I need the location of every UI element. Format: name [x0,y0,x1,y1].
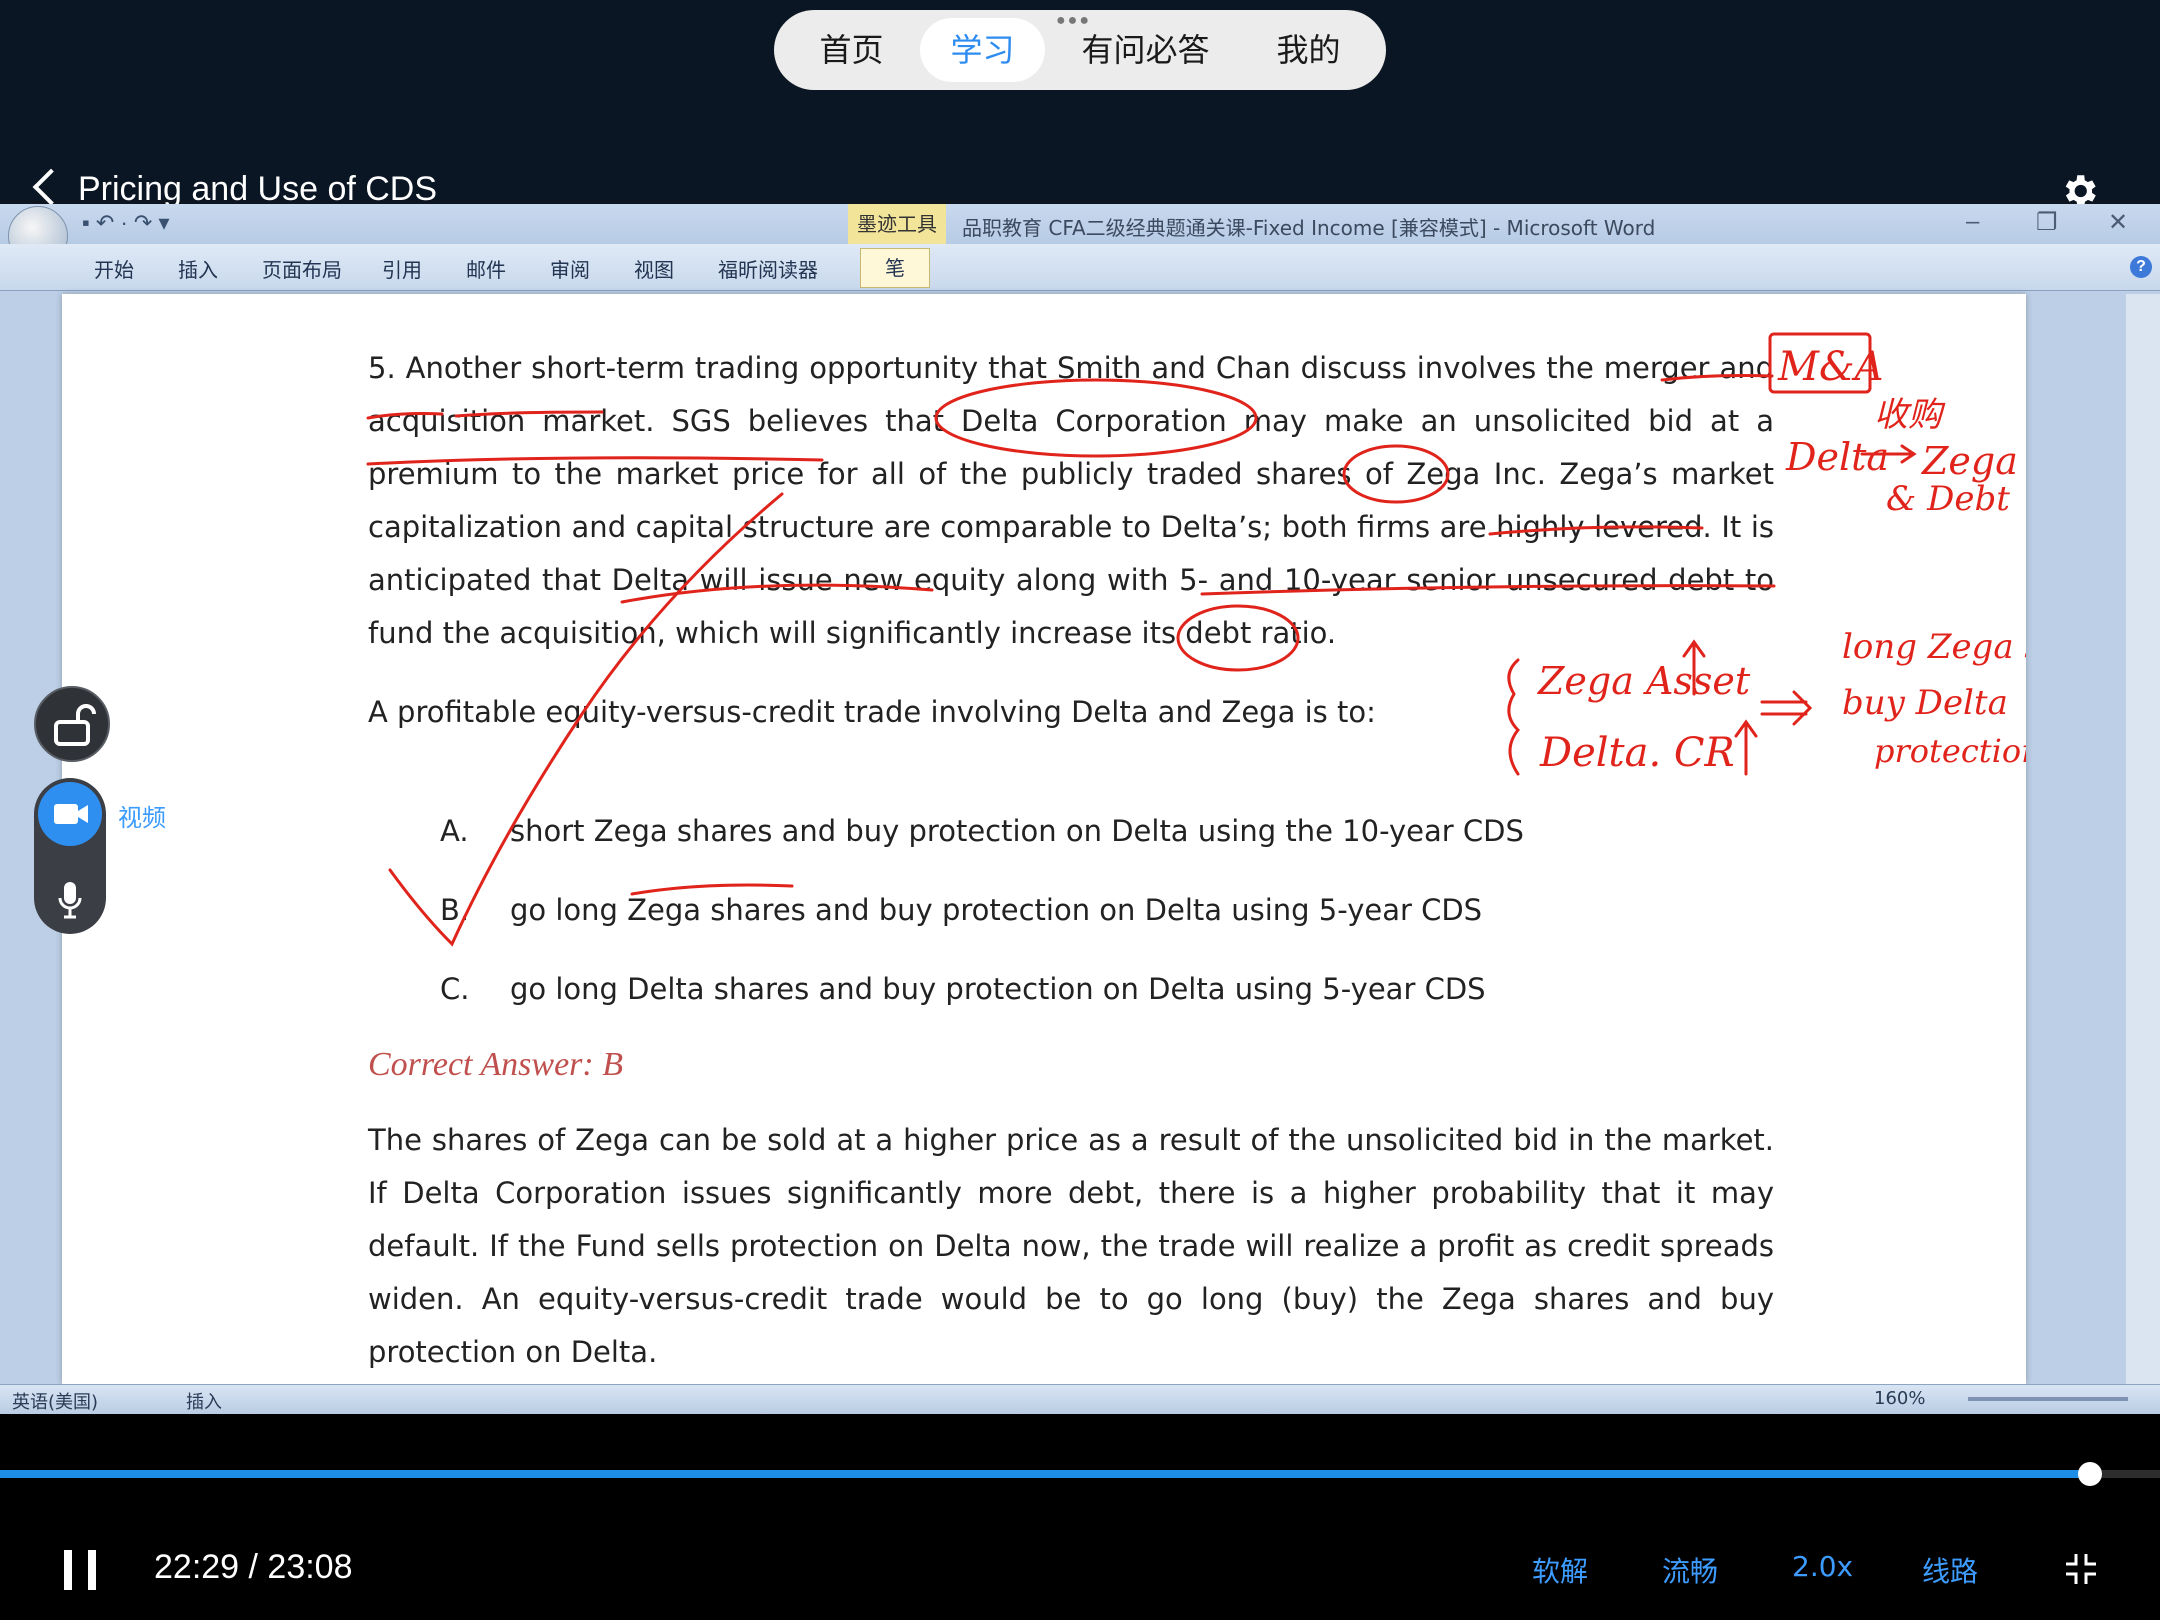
ink-note-ma: M&A [1777,344,1883,390]
option-letter: A. [440,814,469,848]
speed-button[interactable]: 2.0x [1792,1550,1853,1583]
ribbon-tab-pen[interactable]: 笔 [860,248,930,288]
word-window: ▪ ↶ · ↷ ▾ 墨迹工具 品职教育 CFA二级经典题通关课-Fixed In… [0,204,2160,1415]
question-lead: A profitable equity-versus-credit trade … [368,695,1376,729]
quality-button[interactable]: 流畅 [1662,1550,1718,1590]
option-text: go long Zega shares and buy protection o… [510,893,1483,927]
unlock-icon [54,704,96,746]
ribbon-tab-home[interactable]: 开始 [94,254,134,283]
progress-knob[interactable] [2078,1462,2103,1486]
ink-note-protection: protection [1874,732,2026,770]
question-text: 5. Another short-term trading opportunit… [368,351,1774,650]
quick-access-toolbar[interactable]: ▪ ↶ · ↷ ▾ [82,210,169,236]
video-label: 视频 [118,804,166,832]
ribbon-tab-review[interactable]: 审阅 [550,254,590,283]
document-page: 5. Another short-term trading opportunit… [62,294,2026,1384]
more-dots-icon[interactable]: ●●● [1056,12,1091,30]
ribbon-tab-mailings[interactable]: 邮件 [466,254,506,283]
status-language[interactable]: 英语(美国) [12,1388,98,1414]
status-insert-mode[interactable]: 插入 [186,1388,222,1414]
document-title: 品职教育 CFA二级经典题通关课-Fixed Income [兼容模式] - M… [962,216,1656,240]
ink-note-chinese: 收购 [1874,395,1946,435]
camera-icon [54,804,88,824]
ribbon-tab-insert[interactable]: 插入 [178,254,218,283]
route-button[interactable]: 线路 [1922,1550,1978,1590]
ink-tools-tab[interactable]: 墨迹工具 [848,204,946,244]
zoom-level[interactable]: 160% [1874,1388,1925,1409]
exit-fullscreen-icon[interactable] [2064,1552,2098,1586]
ribbon-tab-page-layout[interactable]: 页面布局 [262,254,342,283]
ink-note-delta: Delta [1785,435,1889,479]
ink-note-zega: Zega [1921,439,2018,483]
pause-icon[interactable] [64,1550,96,1590]
minimize-icon[interactable]: – [1966,208,1979,236]
progress-track[interactable] [0,1462,2160,1486]
status-bar: 英语(美国) 插入 160% [0,1384,2160,1415]
back-chevron-icon[interactable] [32,168,70,206]
ink-note-buy-delta: buy Delta [1842,683,2008,723]
word-titlebar: ▪ ↶ · ↷ ▾ 墨迹工具 品职教育 CFA二级经典题通关课-Fixed In… [0,204,2160,244]
ink-note-long-zega: long Zega shares [1842,627,2026,667]
option-letter: B. [440,893,470,927]
help-icon[interactable]: ? [2130,256,2152,278]
tab-study[interactable]: 学习 [920,18,1045,82]
zoom-slider[interactable] [1968,1397,2128,1401]
top-bar: 首页 学习 有问必答 我的 ●●● Pricing and Use of CDS [0,0,2160,208]
ink-arrow [1860,444,1917,464]
video-player-controls: 22:29 / 23:08 软解 流畅 2.0x 线路 [0,1414,2160,1620]
playback-time: 22:29 / 23:08 [154,1548,353,1586]
explanation-text: The shares of Zega can be sold at a high… [368,1123,1774,1369]
option-text: short Zega shares and buy protection on … [510,814,1524,848]
ribbon-tab-references[interactable]: 引用 [382,254,422,283]
correct-answer: Correct Answer: B [368,1046,623,1083]
decode-mode-button[interactable]: 软解 [1532,1550,1588,1590]
vertical-scrollbar[interactable] [2126,294,2160,1384]
screen-lock-button[interactable] [34,686,110,762]
ink-note-debt: & Debt [1886,479,2010,519]
tab-mine[interactable]: 我的 [1246,18,1370,82]
ribbon-tab-foxit[interactable]: 福昕阅读器 [718,254,818,283]
ink-box [1768,332,1872,394]
option-text: go long Delta shares and buy protection … [510,972,1486,1006]
ribbon-tab-view[interactable]: 视图 [634,254,674,283]
option-letter: C. [440,972,470,1006]
tab-home[interactable]: 首页 [789,18,913,82]
video-toggle-button[interactable] [38,782,102,846]
document-body: 5. Another short-term trading opportunit… [368,342,1774,1369]
ribbon-tabs: 开始 插入 页面布局 引用 邮件 审阅 视图 福昕阅读器 笔 [0,244,2160,291]
microphone-icon[interactable] [56,880,84,920]
restore-icon[interactable]: ❐ [2036,208,2058,237]
close-icon[interactable]: ✕ [2108,208,2128,237]
progress-fill [0,1470,2091,1478]
